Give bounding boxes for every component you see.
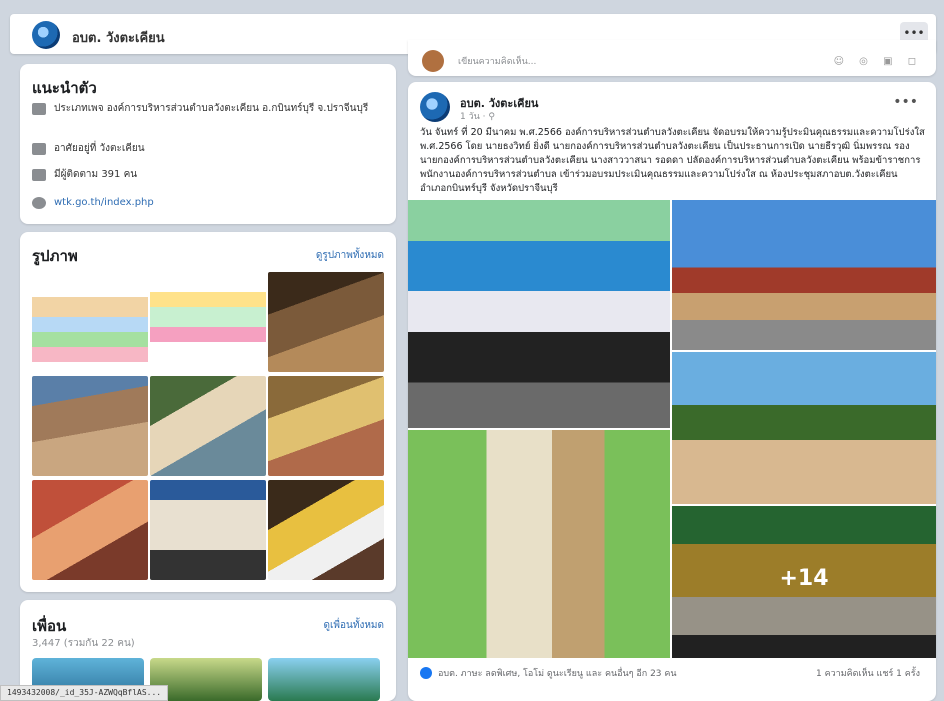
page-name[interactable]: อบต. วังตะเคียน [72,27,165,48]
like-icon [420,667,432,679]
photo-thumbnail[interactable] [32,480,148,580]
intro-row-category: ประเภทเพจ องค์การบริหารส่วนตำบลวังตะเคีย… [32,102,374,116]
intro-row-website[interactable]: wtk.go.th/index.php [32,196,154,210]
photo-thumbnail[interactable] [150,480,266,580]
reactions-text: อบต. ภาษะ ลดพิเศษ, โอโม่ ดูนะเรียนู และ … [438,669,677,679]
post-more-options-button[interactable]: ••• [893,94,918,110]
more-photos-count: +14 [779,566,829,591]
home-icon [32,143,46,155]
photo-thumbnail[interactable] [32,376,148,476]
intro-title: แนะนำตัว [32,79,97,97]
followers-icon [32,169,46,181]
post-photo-more[interactable]: +14 [672,506,936,658]
friend-count: 3,447 (รวมกัน 22 คน) [32,638,135,649]
photo-thumbnail[interactable] [150,376,266,476]
avatar [422,50,444,72]
intro-followers-text: มีผู้ติดตาม 391 คน [54,169,138,180]
photo-thumbnail[interactable] [268,480,384,580]
post-author-avatar[interactable] [420,92,450,122]
comments-share-count[interactable]: 1 ความคิดเห็น แชร์ 1 ครั้ง [816,666,920,680]
photo-thumbnail[interactable] [150,272,266,372]
website-link[interactable]: wtk.go.th/index.php [54,196,154,210]
comment-tools-icons[interactable]: ☺ ◎ ▣ ◻ [834,56,922,67]
photo-thumbnail[interactable] [268,376,384,476]
link-icon [32,197,46,209]
intro-card: แนะนำตัว ประเภทเพจ องค์การบริหารส่วนตำบล… [20,64,396,224]
reactions-summary[interactable]: อบต. ภาษะ ลดพิเศษ, โอโม่ ดูนะเรียนู และ … [420,666,677,680]
intro-location-text: อาศัยอยู่ที่ วังตะเคียน [54,143,145,154]
photo-thumbnail[interactable] [268,272,384,372]
building-icon [32,103,46,115]
friends-title: เพื่อน [32,617,67,635]
see-all-friends-link[interactable]: ดูเพื่อนทั้งหมด [324,618,385,633]
friend-thumbnail[interactable] [268,658,380,701]
page-logo[interactable] [32,21,60,49]
post-card: อบต. วังตะเคียน 1 วัน · ⚲ ••• วัน จันทร์… [408,82,936,701]
previous-post-footer: เขียนความคิดเห็น... ☺ ◎ ▣ ◻ [408,40,936,76]
photos-card: รูปภาพ ดูรูปภาพทั้งหมด [20,232,396,592]
see-all-photos-link[interactable]: ดูรูปภาพทั้งหมด [316,248,384,263]
post-photo[interactable] [408,430,670,658]
status-bar-url: 1493432008/_id_35J-AZWQqBflAS... [0,685,169,701]
post-timestamp[interactable]: 1 วัน · ⚲ [460,109,495,123]
photos-title: รูปภาพ [32,247,78,265]
intro-row-followers: มีผู้ติดตาม 391 คน [32,168,137,182]
intro-row-location: อาศัยอยู่ที่ วังตะเคียน [32,142,145,156]
intro-category-text: ประเภทเพจ องค์การบริหารส่วนตำบลวังตะเคีย… [54,103,369,114]
comment-input[interactable]: เขียนความคิดเห็น... [458,54,536,68]
photo-thumbnail[interactable] [32,272,148,372]
post-photo[interactable] [672,200,936,350]
post-photo[interactable] [408,200,670,428]
post-text: วัน จันทร์ ที่ 20 มีนาคม พ.ศ.2566 องค์กา… [420,127,925,194]
post-photo[interactable] [672,352,936,504]
